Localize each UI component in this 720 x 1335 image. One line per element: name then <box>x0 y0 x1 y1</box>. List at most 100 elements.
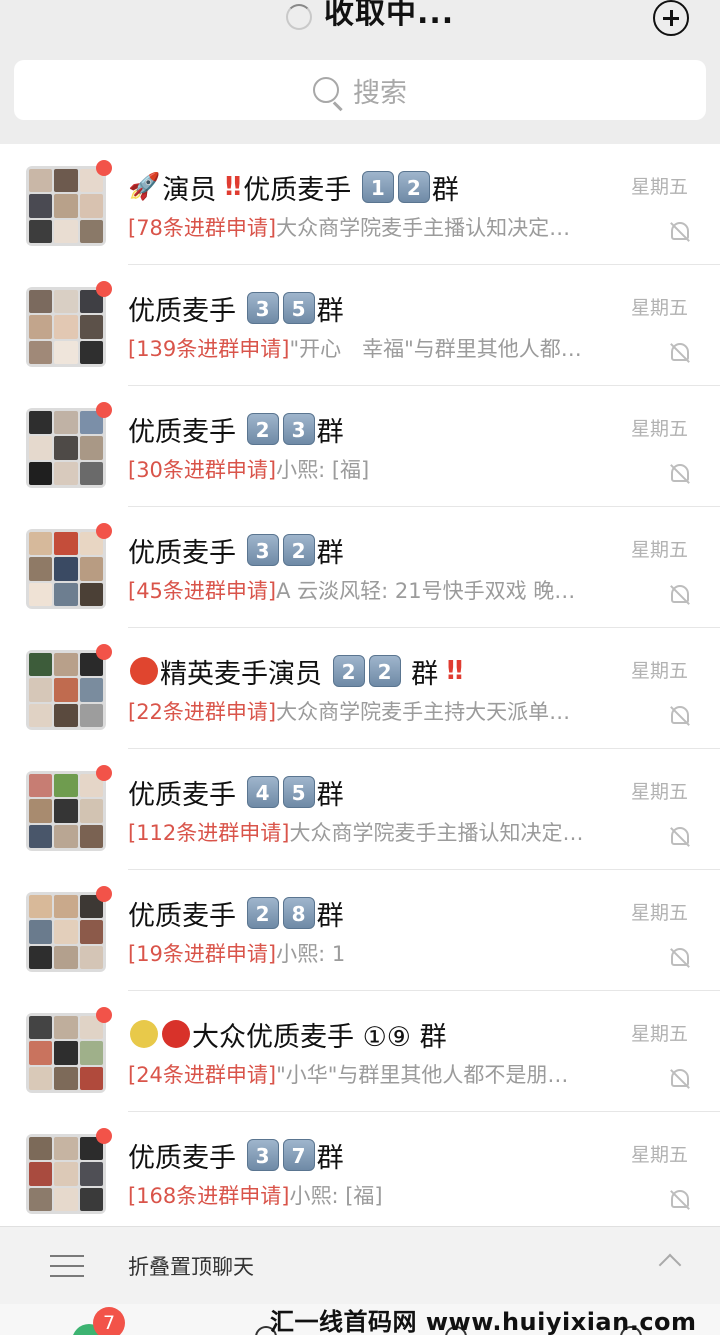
preview-text: 小熙: 1 <box>276 942 346 966</box>
number-key-emoji: 2 <box>368 655 401 687</box>
chat-row[interactable]: 优质麦手 2 8 群 [19条进群申请]小熙: 1 星期五 <box>0 870 720 991</box>
chat-row[interactable]: 精英麦手演员 22 群 ‼ [22条进群申请]大众商学院麦手主持大天派单… 星期五 <box>0 628 720 749</box>
number-key-emoji: 7 <box>282 1139 315 1171</box>
search-bar[interactable]: 搜索 <box>14 60 706 120</box>
join-request-count: [78条进群申请] <box>128 216 277 240</box>
preview-text: A 云淡风轻: 21号快手双戏 晚… <box>276 579 576 603</box>
full-moon-emoji <box>130 1020 158 1048</box>
chat-name-text: 优质麦手 <box>128 1142 245 1174</box>
unread-dot <box>96 1128 112 1144</box>
muted-bell-icon <box>671 706 689 724</box>
rocket-emoji: 🚀 <box>128 172 161 202</box>
last-message-preview: [45条进群申请]A 云淡风轻: 21号快手双戏 晚… <box>128 575 636 605</box>
join-request-count: [45条进群申请] <box>128 579 277 603</box>
number-key-emoji: 3 <box>246 1139 279 1171</box>
number-key-emoji: 8 <box>282 897 315 929</box>
chat-name: 优质麦手 23群 <box>128 410 344 448</box>
chat-name-text: 优质麦手 <box>128 416 245 448</box>
last-message-preview: [168条进群申请]小熙: [福] <box>128 1180 636 1210</box>
chat-name: 大众优质麦手 ①⑨ 群 <box>128 1015 447 1053</box>
chat-name-text: 群 <box>316 416 344 448</box>
group-avatar <box>26 408 106 488</box>
muted-bell-icon <box>671 464 689 482</box>
timestamp: 星期五 <box>631 902 689 924</box>
chat-name-text: 群 <box>316 779 344 811</box>
timestamp: 星期五 <box>631 418 689 440</box>
chat-name-text: 精英麦手演员 <box>160 658 331 690</box>
chat-row[interactable]: 优质麦手 3 2 群 [45条进群申请]A 云淡风轻: 21号快手双戏 晚… 星期五 <box>0 507 720 628</box>
last-message-preview: [19条进群申请]小熙: 1 <box>128 938 636 968</box>
chat-name-text: 优质麦手 <box>128 779 245 811</box>
number-key-emoji: 3 <box>246 292 279 324</box>
add-icon[interactable] <box>653 0 689 36</box>
chat-name-text: 群 <box>431 174 459 206</box>
search-icon <box>313 77 339 103</box>
number-key-emoji: 1 <box>361 171 394 203</box>
list-icon <box>50 1255 84 1277</box>
folded-label: 折叠置顶聊天 <box>128 1255 254 1279</box>
chat-name: 优质麦手 45群 <box>128 773 344 811</box>
timestamp: 星期五 <box>631 1144 689 1166</box>
unread-dot <box>96 160 112 176</box>
unread-dot <box>96 523 112 539</box>
watermark: 汇一线首码网 www.huiyixian.com <box>270 1308 697 1335</box>
number-key-emoji: 5 <box>282 776 315 808</box>
join-request-count: [139条进群申请] <box>128 337 290 361</box>
number-key-emoji: 5 <box>282 292 315 324</box>
unread-dot <box>96 644 112 660</box>
last-message-preview: [22条进群申请]大众商学院麦手主持大天派单… <box>128 696 636 726</box>
preview-text: 大众商学院麦手主播认知决定… <box>289 821 584 845</box>
join-request-count: [30条进群申请] <box>128 458 277 482</box>
preview-text: 大众商学院麦手主持大天派单… <box>276 700 571 724</box>
unread-badge: 7 <box>93 1307 125 1335</box>
timestamp: 星期五 <box>631 660 689 682</box>
chat-row[interactable]: 优质麦手 3 5 群 [139条进群申请]"开心 幸福"与群里其他人都… 星期五 <box>0 265 720 386</box>
unread-dot <box>96 1007 112 1023</box>
last-message-preview: [139条进群申请]"开心 幸福"与群里其他人都… <box>128 333 636 363</box>
preview-text: 小熙: [福] <box>289 1184 383 1208</box>
chat-name-text: 优质麦手 <box>243 174 360 206</box>
chat-name: 优质麦手 35群 <box>128 289 344 327</box>
red-circle-emoji <box>162 1020 190 1048</box>
number-key-emoji: 2 <box>246 413 279 445</box>
chat-name-text: 群 <box>402 658 447 690</box>
folded-pinned-chats[interactable]: 折叠置顶聊天 <box>0 1226 720 1304</box>
muted-bell-icon <box>671 1190 689 1208</box>
muted-bell-icon <box>671 222 689 240</box>
chat-name: 优质麦手 28群 <box>128 894 344 932</box>
group-avatar <box>26 287 106 367</box>
number-key-emoji: 4 <box>246 776 279 808</box>
unread-dot <box>96 886 112 902</box>
chat-row[interactable]: 优质麦手 3 7 群 [168条进群申请]小熙: [福] 星期五 <box>0 1112 720 1233</box>
double-exclamation-emoji: ‼ <box>446 656 464 686</box>
chat-row[interactable]: 🚀 演员 ‼ 优质麦手 1 2 群 [78条进群申请]大众商学院麦手主播认知决定… 星期五 <box>0 144 720 265</box>
number-key-emoji: 2 <box>246 897 279 929</box>
chat-row[interactable]: 优质麦手 4 5 群 [112条进群申请]大众商学院麦手主播认知决定… 星期五 <box>0 749 720 870</box>
group-avatar <box>26 529 106 609</box>
chat-name-text: 群 <box>316 1142 344 1174</box>
group-avatar <box>26 892 106 972</box>
timestamp: 星期五 <box>631 297 689 319</box>
join-request-count: [19条进群申请] <box>128 942 277 966</box>
last-message-preview: [30条进群申请]小熙: [福] <box>128 454 636 484</box>
join-request-count: [22条进群申请] <box>128 700 277 724</box>
chat-name: 精英麦手演员 22 群 ‼ <box>128 652 465 690</box>
page-title: 收取中... <box>324 0 455 31</box>
preview-text: "开心 幸福"与群里其他人都… <box>289 337 582 361</box>
chat-name: 优质麦手 32群 <box>128 531 344 569</box>
join-request-count: [112条进群申请] <box>128 821 290 845</box>
group-avatar <box>26 1134 106 1214</box>
muted-bell-icon <box>671 827 689 845</box>
preview-text: "小华"与群里其他人都不是朋… <box>276 1063 569 1087</box>
search-placeholder: 搜索 <box>353 77 407 109</box>
number-key-emoji: 2 <box>282 534 315 566</box>
chat-name: 优质麦手 37群 <box>128 1136 344 1174</box>
chat-row[interactable]: 优质麦手 2 3 群 [30条进群申请]小熙: [福] 星期五 <box>0 386 720 507</box>
chevron-up-icon[interactable] <box>658 1253 682 1277</box>
unread-dot <box>96 281 112 297</box>
top-bar: 收取中... <box>0 0 720 52</box>
group-avatar <box>26 650 106 730</box>
unread-dot <box>96 402 112 418</box>
last-message-preview: [112条进群申请]大众商学院麦手主播认知决定… <box>128 817 636 847</box>
chat-row[interactable]: 大众优质麦手 ①⑨ 群 [24条进群申请]"小华"与群里其他人都不是朋… 星期五 <box>0 991 720 1112</box>
